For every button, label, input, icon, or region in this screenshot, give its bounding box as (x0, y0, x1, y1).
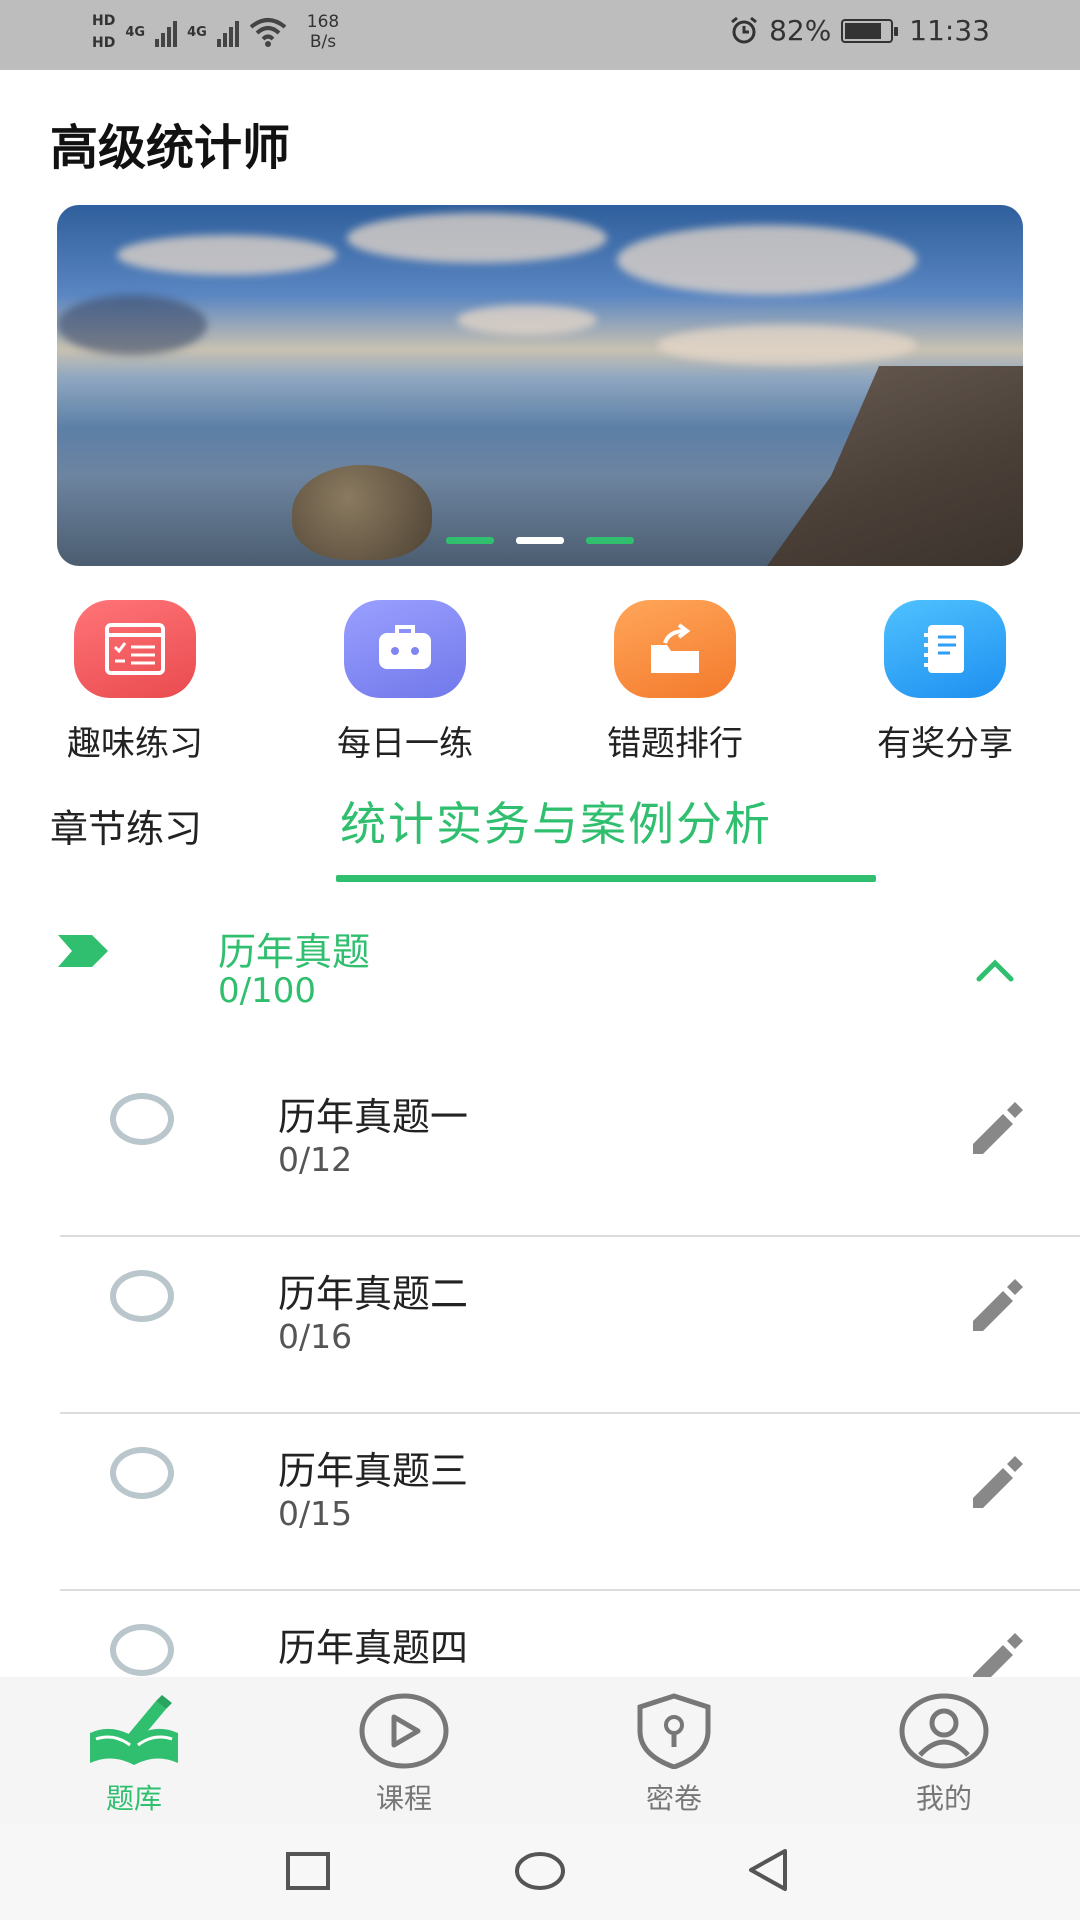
item-title: 历年真题二 (278, 1272, 469, 1316)
alarm-icon (731, 16, 757, 43)
quick-label: 每日一练 (337, 724, 473, 764)
carousel-dots (57, 537, 1023, 544)
nav-courses[interactable]: 课程 (334, 1693, 474, 1817)
item-count: 0/16 (278, 1317, 353, 1356)
item-title: 历年真题一 (278, 1095, 469, 1139)
signal1-icon (155, 17, 178, 47)
play-circle-icon (359, 1693, 449, 1769)
progress-circle-icon (110, 1093, 174, 1145)
tab-chapter-practice[interactable]: 章节练习 (50, 798, 202, 853)
banner-cloud (657, 325, 917, 365)
progress-circle-icon (110, 1270, 174, 1322)
net-speed-value: 168 (306, 12, 340, 32)
robot-icon (379, 625, 431, 669)
system-nav-bar (0, 1823, 1080, 1920)
progress-circle-icon (110, 1624, 174, 1676)
quick-icon-bg (884, 600, 1006, 698)
user-icon (899, 1693, 989, 1769)
recent-apps-icon[interactable] (285, 1851, 331, 1891)
quick-action-daily-practice[interactable]: 每日一练 (330, 600, 480, 765)
status-bar: HD HD 4G 4G 168 B/s 82% 11:33 (0, 0, 1080, 70)
net-speed-unit: B/s (309, 32, 337, 52)
banner-cloud (57, 295, 207, 355)
signal2-icon (216, 17, 239, 47)
net-speed: 168 B/s (307, 12, 339, 52)
banner-cloud (347, 213, 607, 263)
banner-rock (292, 465, 432, 560)
section-flag-icon (58, 935, 108, 967)
banner-shore (767, 366, 1023, 566)
section-title: 历年真题 (218, 930, 371, 974)
nav-secret-papers[interactable]: 密卷 (604, 1693, 744, 1817)
checklist-icon (105, 623, 165, 675)
battery-percent: 82% (769, 14, 832, 47)
network1-label: 4G (125, 24, 146, 40)
quick-action-fun-practice[interactable]: 趣味练习 (60, 600, 210, 765)
quick-label: 错题排行 (607, 724, 743, 764)
pencil-icon[interactable] (965, 1100, 1025, 1160)
item-count: 0/12 (278, 1140, 353, 1179)
banner-cloud (117, 235, 337, 275)
chevron-up-icon[interactable] (975, 957, 1015, 983)
nav-profile[interactable]: 我的 (874, 1693, 1014, 1817)
network2-label: 4G (187, 24, 207, 40)
hd-indicator: HD HD (92, 10, 115, 54)
nav-label: 我的 (915, 1782, 972, 1815)
quick-action-mistake-rank[interactable]: 错题排行 (600, 600, 750, 765)
home-icon[interactable] (514, 1851, 566, 1891)
pencil-icon[interactable] (965, 1277, 1025, 1337)
quick-action-share-reward[interactable]: 有奖分享 (870, 600, 1020, 765)
battery-icon (841, 18, 899, 43)
section-header[interactable]: 历年真题 0/100 (0, 915, 1080, 1025)
list-item[interactable]: 历年真题三 0/15 (60, 1414, 1080, 1591)
banner-carousel[interactable] (57, 205, 1023, 566)
nav-label: 密卷 (645, 1782, 702, 1815)
status-left: HD HD 4G 4G 168 B/s (92, 10, 339, 54)
carousel-dot-active[interactable] (516, 537, 564, 544)
back-icon[interactable] (745, 1847, 791, 1893)
hd2-label: HD (92, 35, 116, 51)
nav-label: 题库 (105, 1782, 162, 1815)
section-count: 0/100 (218, 971, 316, 1011)
quick-icon-bg (614, 600, 736, 698)
quick-icon-bg (74, 600, 196, 698)
pencil-icon[interactable] (965, 1454, 1025, 1514)
book-pencil-icon (90, 1695, 178, 1765)
quick-icon-bg (344, 600, 466, 698)
tab-indicator (336, 875, 876, 882)
nav-label: 课程 (375, 1782, 432, 1815)
hd1-label: HD (92, 13, 116, 29)
status-right: 82% 11:33 (729, 14, 990, 47)
battery-fill (845, 22, 882, 39)
wifi-icon (249, 18, 287, 47)
tab-bar: 章节练习 统计实务与案例分析 (0, 788, 1080, 882)
item-title: 历年真题四 (278, 1626, 469, 1670)
folder-export-icon (651, 623, 699, 673)
list-item[interactable]: 历年真题一 0/12 (60, 1060, 1080, 1237)
quick-label: 有奖分享 (877, 724, 1013, 764)
shield-lock-icon (637, 1693, 711, 1770)
bottom-nav: 题库 课程 密卷 我的 (0, 1677, 1080, 1823)
carousel-dot[interactable] (446, 537, 494, 544)
page-title: 高级统计师 (50, 120, 291, 176)
quick-label: 趣味练习 (67, 724, 203, 764)
banner-cloud (457, 305, 597, 335)
item-title: 历年真题三 (278, 1449, 469, 1493)
notebook-icon (924, 625, 964, 673)
clock: 11:33 (909, 14, 990, 47)
banner-cloud (617, 225, 917, 295)
item-count: 0/15 (278, 1494, 353, 1533)
progress-circle-icon (110, 1447, 174, 1499)
list-item[interactable]: 历年真题二 0/16 (60, 1237, 1080, 1414)
carousel-dot[interactable] (586, 537, 634, 544)
tab-statistics-practice[interactable]: 统计实务与案例分析 (340, 788, 772, 854)
nav-question-bank[interactable]: 题库 (64, 1693, 204, 1817)
